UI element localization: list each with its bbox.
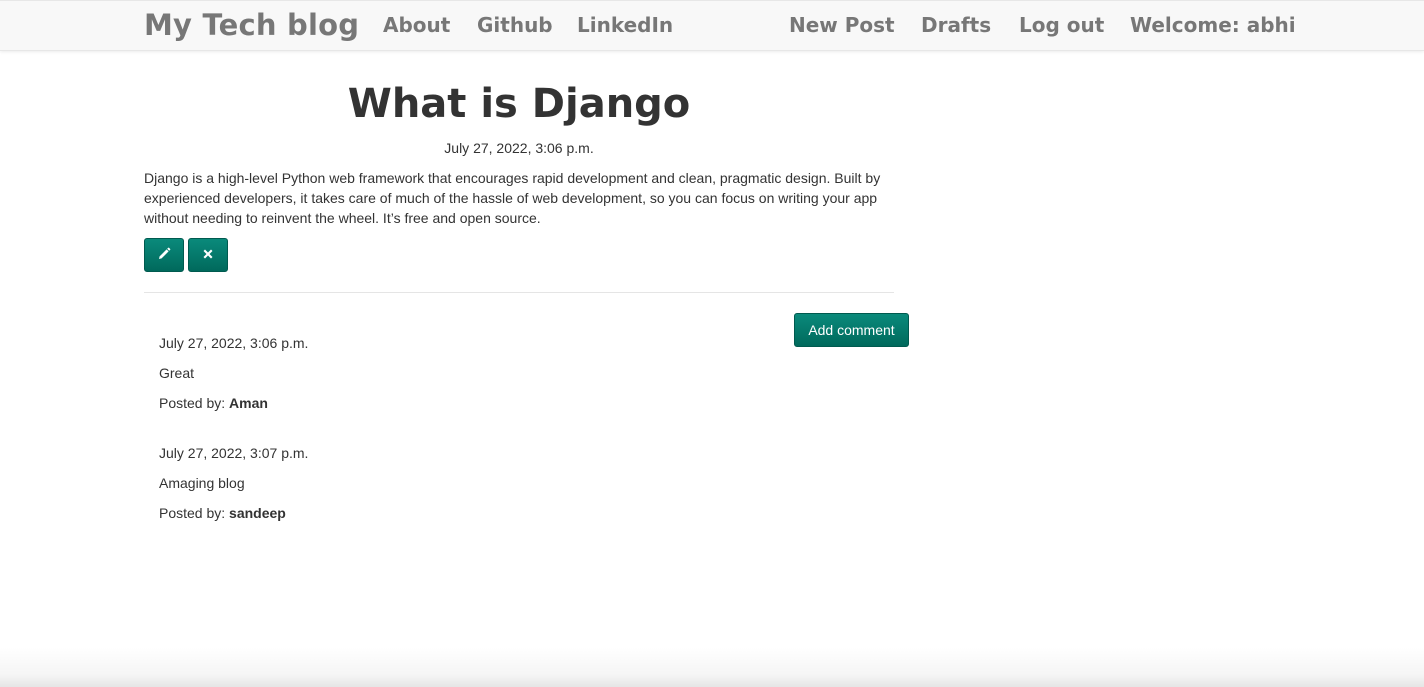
post-divider xyxy=(144,292,894,293)
nav-link-about[interactable]: About xyxy=(383,1,450,50)
comment-item: July 27, 2022, 3:06 p.m. Great Posted by… xyxy=(159,333,659,423)
pencil-icon xyxy=(157,247,171,264)
nav-welcome-user[interactable]: Welcome: abhi xyxy=(1130,1,1296,50)
comment-item: July 27, 2022, 3:07 p.m. Amaging blog Po… xyxy=(159,443,659,533)
comment-date: July 27, 2022, 3:06 p.m. xyxy=(159,335,309,351)
nav-link-github[interactable]: Github xyxy=(477,1,553,50)
post-title: What is Django xyxy=(347,81,691,127)
post-date: July 27, 2022, 3:06 p.m. xyxy=(444,140,594,156)
edit-post-button[interactable] xyxy=(144,238,184,272)
bottom-shadow xyxy=(0,647,1424,687)
comment-text: Great xyxy=(159,365,195,381)
posted-by-label: Posted by: xyxy=(159,505,226,521)
nav-link-log-out[interactable]: Log out xyxy=(1019,1,1104,50)
comment-date: July 27, 2022, 3:07 p.m. xyxy=(159,445,309,461)
nav-link-drafts[interactable]: Drafts xyxy=(921,1,991,50)
nav-link-new-post[interactable]: New Post xyxy=(789,1,895,50)
delete-post-button[interactable] xyxy=(188,238,228,272)
posted-by-label: Posted by: xyxy=(159,395,226,411)
navbar: My Tech blog About Github LinkedIn New P… xyxy=(0,0,1424,51)
comment-author: Aman xyxy=(229,395,268,411)
remove-icon xyxy=(202,248,214,263)
comment-text: Amaging blog xyxy=(159,475,245,491)
post-body: Django is a high-level Python web framew… xyxy=(144,170,881,226)
brand-link[interactable]: My Tech blog xyxy=(144,1,359,50)
add-comment-button[interactable]: Add comment xyxy=(794,313,909,347)
comment-posted-by: Posted by: Aman xyxy=(159,393,659,423)
nav-link-linkedin[interactable]: LinkedIn xyxy=(577,1,673,50)
comment-posted-by: Posted by: sandeep xyxy=(159,503,659,533)
comment-author: sandeep xyxy=(229,505,286,521)
